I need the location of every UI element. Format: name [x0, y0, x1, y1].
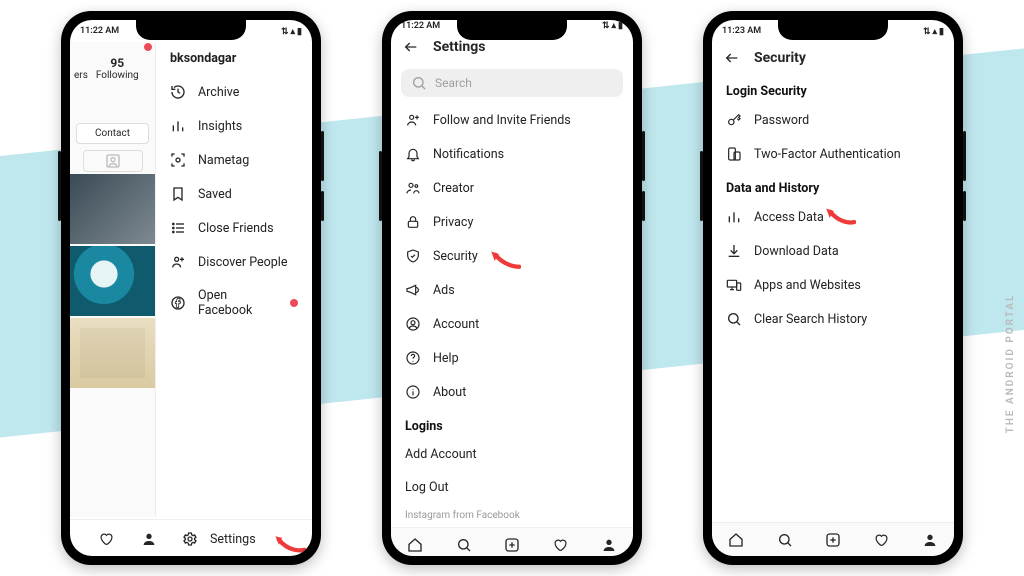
discover-people-icon — [170, 254, 186, 270]
drawer-item-open-facebook[interactable]: Open Facebook — [156, 279, 312, 327]
status-bar: 11:22 AM ⇅▴▮ — [391, 20, 633, 31]
drawer-username: bksondagar — [156, 42, 312, 75]
clock: 11:23 AM — [722, 26, 761, 36]
contact-button[interactable]: Contact — [76, 123, 149, 144]
phone-1: 11:22 AM ⇅▴▮ ers 95Following Contact — [61, 11, 321, 565]
add-person-icon — [405, 112, 421, 128]
status-icons: ⇅▴▮ — [923, 26, 944, 37]
new-post-icon[interactable] — [825, 532, 841, 548]
security-item-apps-websites[interactable]: Apps and Websites — [712, 268, 954, 302]
archive-icon — [170, 84, 186, 100]
new-post-icon[interactable] — [504, 537, 520, 553]
back-icon[interactable] — [724, 50, 740, 66]
devices-icon — [726, 277, 742, 293]
from-facebook-footer: Instagram from Facebook — [391, 504, 633, 527]
two-factor-icon — [726, 146, 742, 162]
download-icon — [726, 243, 742, 259]
drawer-item-insights[interactable]: Insights — [156, 109, 312, 143]
security-header: Security — [712, 42, 954, 74]
back-icon[interactable] — [403, 39, 419, 55]
profile-nav-icon[interactable] — [922, 532, 938, 548]
settings-item-about[interactable]: About — [391, 375, 633, 409]
saved-icon — [170, 186, 186, 202]
profile-icon[interactable] — [141, 531, 157, 547]
data-history-header: Data and History — [712, 171, 954, 200]
settings-item-ads[interactable]: Ads — [391, 273, 633, 307]
stat-ers[interactable]: ers — [70, 50, 92, 87]
add-account-link[interactable]: Add Account — [391, 438, 633, 471]
status-bar: 11:23 AM ⇅▴▮ — [712, 20, 954, 42]
settings-item-follow-invite[interactable]: Follow and Invite Friends — [391, 103, 633, 137]
post-thumb-3[interactable] — [70, 318, 155, 388]
status-bar: 11:22 AM ⇅▴▮ — [70, 20, 312, 42]
profile-strip: ers 95Following Contact — [70, 42, 156, 517]
shield-icon — [405, 248, 421, 264]
phone-2: 11:22 AM ⇅▴▮ Settings Search Follow and … — [382, 11, 642, 565]
drawer-item-close-friends[interactable]: Close Friends — [156, 211, 312, 245]
nametag-icon — [170, 152, 186, 168]
close-friends-icon — [170, 220, 186, 236]
insights-icon — [170, 118, 186, 134]
search-nav-icon[interactable] — [456, 537, 472, 553]
drawer-item-discover-people[interactable]: Discover People — [156, 245, 312, 279]
post-thumb-2[interactable] — [70, 246, 155, 316]
search-history-icon — [726, 311, 742, 327]
settings-item-account[interactable]: Account — [391, 307, 633, 341]
home-icon[interactable] — [407, 537, 423, 553]
settings-header: Settings — [391, 31, 633, 63]
lock-icon — [405, 214, 421, 230]
drawer-item-archive[interactable]: Archive — [156, 75, 312, 109]
stat-following[interactable]: 95Following — [92, 50, 143, 87]
post-thumb-1[interactable] — [70, 174, 155, 244]
help-icon — [405, 350, 421, 366]
drawer-item-saved[interactable]: Saved — [156, 177, 312, 211]
clock: 11:22 AM — [80, 26, 119, 36]
search-icon — [411, 75, 427, 91]
megaphone-icon — [405, 282, 421, 298]
settings-item-privacy[interactable]: Privacy — [391, 205, 633, 239]
security-item-download-data[interactable]: Download Data — [712, 234, 954, 268]
activity-icon[interactable] — [873, 532, 889, 548]
activity-icon[interactable] — [552, 537, 568, 553]
account-icon — [405, 316, 421, 332]
notification-dot-icon — [290, 299, 298, 307]
status-icons: ⇅▴▮ — [602, 20, 623, 31]
creator-icon — [405, 180, 421, 196]
settings-icon — [182, 531, 198, 547]
bell-icon — [405, 146, 421, 162]
tagged-tab-icon[interactable] — [83, 150, 143, 172]
settings-item-security[interactable]: Security — [391, 239, 633, 273]
key-icon — [726, 112, 742, 128]
heart-icon[interactable] — [98, 531, 114, 547]
settings-item-help[interactable]: Help — [391, 341, 633, 375]
security-item-access-data[interactable]: Access Data — [712, 200, 954, 234]
home-icon[interactable] — [728, 532, 744, 548]
bars-icon — [726, 209, 742, 225]
security-item-password[interactable]: Password — [712, 103, 954, 137]
clock: 11:22 AM — [401, 21, 440, 31]
profile-nav-icon[interactable] — [601, 537, 617, 553]
drawer-item-nametag[interactable]: Nametag — [156, 143, 312, 177]
facebook-icon — [170, 295, 186, 311]
side-drawer: bksondagar Archive Insights Nametag — [156, 42, 312, 517]
settings-item-notifications[interactable]: Notifications — [391, 137, 633, 171]
bottom-nav — [712, 522, 954, 556]
settings-item-creator[interactable]: Creator — [391, 171, 633, 205]
bottom-nav — [391, 527, 633, 556]
log-out-link[interactable]: Log Out — [391, 471, 633, 504]
search-placeholder: Search — [435, 76, 472, 90]
phone-3: 11:23 AM ⇅▴▮ Security Login Security Pas… — [703, 11, 963, 565]
login-security-header: Login Security — [712, 74, 954, 103]
status-icons: ⇅▴▮ — [281, 26, 302, 37]
info-icon — [405, 384, 421, 400]
logins-header: Logins — [391, 409, 633, 438]
drawer-item-settings[interactable]: Settings — [70, 522, 312, 556]
settings-search[interactable]: Search — [401, 69, 623, 97]
security-item-two-factor[interactable]: Two-Factor Authentication — [712, 137, 954, 171]
search-nav-icon[interactable] — [777, 532, 793, 548]
security-item-clear-search[interactable]: Clear Search History — [712, 302, 954, 336]
page-title: Settings — [433, 39, 485, 55]
page-title: Security — [754, 50, 806, 66]
